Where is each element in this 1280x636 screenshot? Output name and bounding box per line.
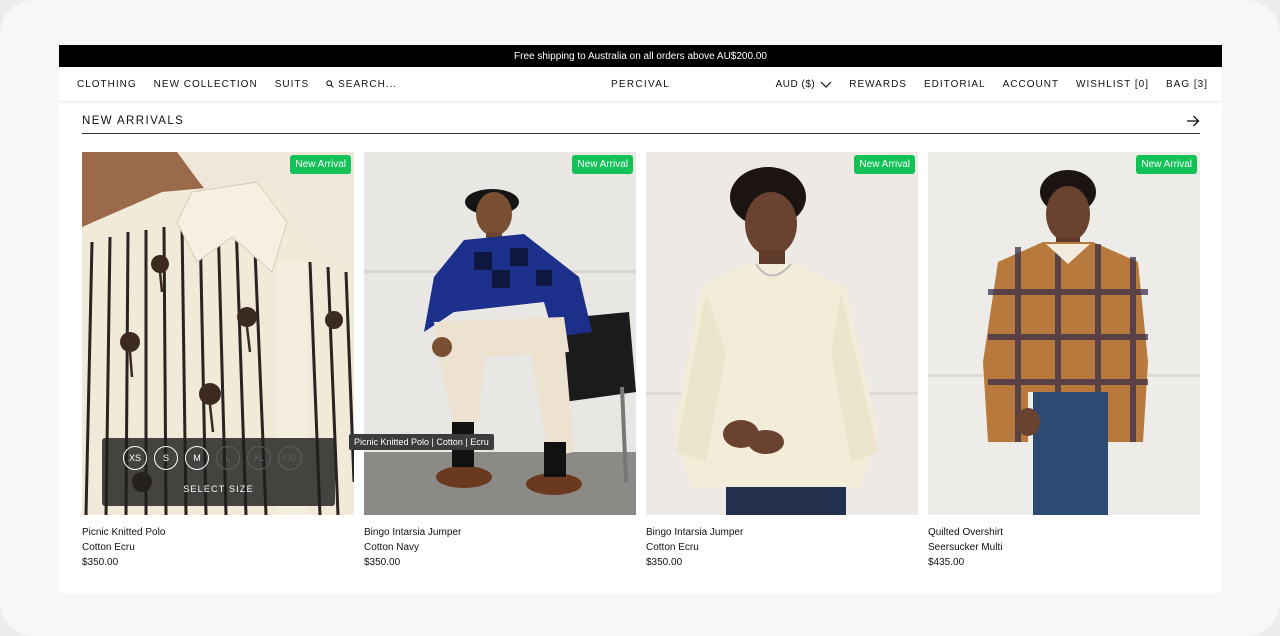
currency-selector[interactable]: AUD ($) <box>776 79 833 90</box>
product-image[interactable]: New Arrival <box>928 152 1200 515</box>
window-frame: Free shipping to Australia on all orders… <box>0 0 1280 636</box>
product-image[interactable]: New Arrival <box>646 152 918 515</box>
nav-clothing[interactable]: CLOTHING <box>77 79 137 90</box>
section-title[interactable]: NEW ARRIVALS <box>82 115 184 127</box>
product-photo <box>364 152 636 515</box>
main-nav: CLOTHING NEW COLLECTION SUITS SEARCH... … <box>59 67 1222 102</box>
nav-suits[interactable]: SUITS <box>275 79 309 90</box>
nav-editorial[interactable]: EDITORIAL <box>924 79 986 90</box>
product-tooltip: Picnic Knitted Polo | Cotton | Ecru <box>349 434 494 450</box>
product-photo <box>928 152 1200 515</box>
select-size-label: SELECT SIZE <box>183 484 254 494</box>
product-price: $350.00 <box>82 557 119 568</box>
product-color: Cotton Ecru <box>646 542 699 553</box>
product-image[interactable]: New Arrival XS S M L XL XXL SELECT SIZE <box>82 152 354 515</box>
new-arrival-badge: New Arrival <box>290 155 351 174</box>
product-name[interactable]: Quilted Overshirt <box>928 525 1200 540</box>
search-trigger[interactable]: SEARCH... <box>326 79 397 90</box>
brand-logo[interactable]: PERCIVAL <box>611 79 670 90</box>
product-color: Seersucker Multi <box>928 542 1003 553</box>
size-option-s[interactable]: S <box>154 446 178 470</box>
product-price: $435.00 <box>928 557 965 568</box>
nav-bag[interactable]: BAG [3] <box>1166 79 1208 90</box>
product-image[interactable]: New Arrival <box>364 152 636 515</box>
size-selector-panel: XS S M L XL XXL SELECT SIZE <box>102 438 335 506</box>
nav-account[interactable]: ACCOUNT <box>1003 79 1059 90</box>
size-option-xxl: XXL <box>278 446 302 470</box>
section-header: NEW ARRIVALS <box>82 115 1200 134</box>
chevron-down-icon <box>820 81 832 88</box>
product-card[interactable]: New Arrival Bingo Intarsia Jumper Cotton… <box>646 152 918 570</box>
product-color: Cotton Navy <box>364 542 420 553</box>
product-price: $350.00 <box>364 557 401 568</box>
product-photo <box>646 152 918 515</box>
product-card[interactable]: New Arrival Quilted Overshirt Seersucker… <box>928 152 1200 570</box>
product-color: Cotton Ecru <box>82 542 135 553</box>
size-option-xs[interactable]: XS <box>123 446 147 470</box>
new-arrival-badge: New Arrival <box>572 155 633 174</box>
currency-label: AUD ($) <box>775 78 816 90</box>
product-card[interactable]: New Arrival XS S M L XL XXL SELECT SIZE … <box>82 152 354 570</box>
product-price: $350.00 <box>646 557 683 568</box>
new-arrival-badge: New Arrival <box>854 155 915 174</box>
search-label: SEARCH... <box>338 78 398 90</box>
size-option-xl: XL <box>247 446 271 470</box>
promo-text: Free shipping to Australia on all orders… <box>514 50 767 62</box>
product-name[interactable]: Bingo Intarsia Jumper <box>646 525 918 540</box>
product-name[interactable]: Bingo Intarsia Jumper <box>364 525 636 540</box>
nav-rewards[interactable]: REWARDS <box>849 79 907 90</box>
nav-wishlist[interactable]: WISHLIST [0] <box>1076 79 1149 90</box>
product-card[interactable]: New Arrival Bingo Intarsia Jumper Cotton… <box>364 152 636 570</box>
size-option-l: L <box>216 446 240 470</box>
store-page: Free shipping to Australia on all orders… <box>59 45 1222 593</box>
nav-new-collection[interactable]: NEW COLLECTION <box>154 79 258 90</box>
new-arrival-badge: New Arrival <box>1136 155 1197 174</box>
size-option-m[interactable]: M <box>185 446 209 470</box>
search-icon <box>326 80 334 88</box>
arrow-right-icon[interactable] <box>1186 115 1200 127</box>
product-name[interactable]: Picnic Knitted Polo <box>82 525 354 540</box>
promo-bar: Free shipping to Australia on all orders… <box>59 45 1222 67</box>
